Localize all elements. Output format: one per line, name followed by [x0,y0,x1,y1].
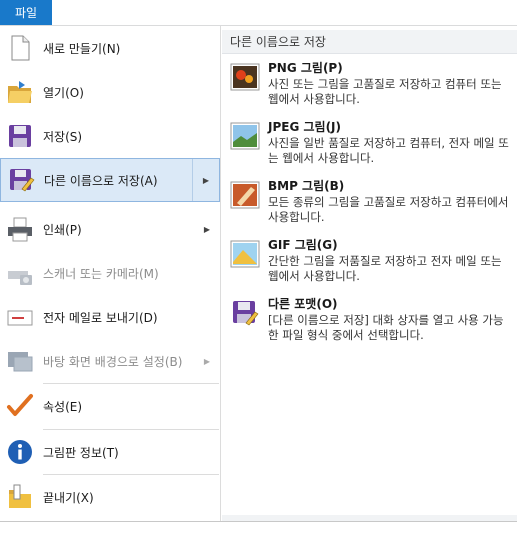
menu-item-scanner-camera: 스캐너 또는 카메라(M) [0,251,220,295]
menu-item-save[interactable]: 저장(S) [0,114,220,158]
submenu-arrow-icon: ▶ [203,356,211,366]
menu-item-save-as[interactable]: 다른 이름으로 저장(A) ▶ [0,158,220,202]
ribbon-bar: 파일 [0,0,517,26]
option-title: JPEG 그림(J) [268,120,341,134]
menu-item-label: 새로 만들기(N) [43,41,121,56]
option-title: BMP 그림(B) [268,179,345,193]
menu-item-label: 다른 이름으로 저장(A) [44,173,158,188]
other-formats-icon [229,297,261,329]
menu-item-exit[interactable]: 끝내기(X) [0,475,220,519]
option-title: 다른 포맷(O) [268,297,338,311]
option-description: 모든 종류의 그림을 고품질로 저장하고 컴퓨터에서 사용합니다. [268,195,509,224]
bmp-picture-icon [229,179,261,211]
menu-item-label: 인쇄(P) [43,222,82,237]
checkmark-icon [5,391,35,421]
menu-item-new[interactable]: 새로 만들기(N) [0,26,220,70]
info-icon [5,437,35,467]
panel-footer [222,515,517,521]
menu-item-desktop-background: 바탕 화면 배경으로 설정(B) ▶ [0,339,220,383]
file-menu: 새로 만들기(N) 열기(O) 저장(S) 다른 이름으로 저장(A) ▶ 인쇄… [0,26,517,522]
save-as-png[interactable]: PNG 그림(P) 사진 또는 그림을 고품질로 저장하고 컴퓨터 또는 웹에서… [222,59,517,115]
save-as-panel: 다른 이름으로 저장 PNG 그림(P) 사진 또는 그림을 고품질로 저장하고… [222,30,517,520]
menu-item-label: 스캐너 또는 카메라(M) [43,266,159,281]
menu-item-open[interactable]: 열기(O) [0,70,220,114]
save-floppy-icon [5,121,35,151]
exit-icon [5,482,35,512]
panel-title: 다른 이름으로 저장 [222,30,517,54]
submenu-arrow-icon[interactable]: ▶ [194,207,220,251]
submenu-arrow-icon[interactable]: ▶ [192,159,219,201]
save-as-icon [6,165,36,195]
save-as-bmp[interactable]: BMP 그림(B) 모든 종류의 그림을 고품질로 저장하고 컴퓨터에서 사용합… [222,177,517,233]
save-as-other-format[interactable]: 다른 포맷(O) [다른 이름으로 저장] 대화 상자를 열고 사용 가능한 파… [222,295,517,351]
save-as-gif[interactable]: GIF 그림(G) 간단한 그림을 저품질로 저장하고 전자 메일 또는 웹에서… [222,236,517,292]
menu-item-label: 속성(E) [43,399,83,414]
menu-item-print[interactable]: 인쇄(P) ▶ [0,207,220,251]
option-description: 사진을 일반 품질로 저장하고 컴퓨터, 전자 메일 또는 웹에서 사용합니다. [268,136,509,165]
option-title: GIF 그림(G) [268,238,338,252]
png-picture-icon [229,61,261,93]
menu-item-label: 바탕 화면 배경으로 설정(B) [43,354,183,369]
jpeg-picture-icon [229,120,261,152]
option-description: [다른 이름으로 저장] 대화 상자를 열고 사용 가능한 파일 형식 중에서 … [268,313,504,342]
email-envelope-icon [5,302,35,332]
menu-item-label: 저장(S) [43,129,83,144]
option-description: 사진 또는 그림을 고품질로 저장하고 컴퓨터 또는 웹에서 사용합니다. [268,77,502,106]
menu-item-properties[interactable]: 속성(E) [0,384,220,428]
gif-picture-icon [229,238,261,270]
file-tab[interactable]: 파일 [0,0,52,25]
menu-item-label: 열기(O) [43,85,84,100]
menu-item-label: 끝내기(X) [43,490,94,505]
open-folder-icon [5,77,35,107]
menu-item-label: 전자 메일로 보내기(D) [43,310,158,325]
menu-item-label: 그림판 정보(T) [43,445,119,460]
file-menu-commands: 새로 만들기(N) 열기(O) 저장(S) 다른 이름으로 저장(A) ▶ 인쇄… [0,26,221,521]
desktop-background-icon [5,346,35,376]
menu-item-about[interactable]: 그림판 정보(T) [0,430,220,474]
menu-item-email[interactable]: 전자 메일로 보내기(D) [0,295,220,339]
scanner-camera-icon [5,258,35,288]
option-title: PNG 그림(P) [268,61,343,75]
new-document-icon [5,33,35,63]
printer-icon [5,214,35,244]
save-as-jpeg[interactable]: JPEG 그림(J) 사진을 일반 품질로 저장하고 컴퓨터, 전자 메일 또는… [222,118,517,174]
option-description: 간단한 그림을 저품질로 저장하고 전자 메일 또는 웹에서 사용합니다. [268,254,502,283]
